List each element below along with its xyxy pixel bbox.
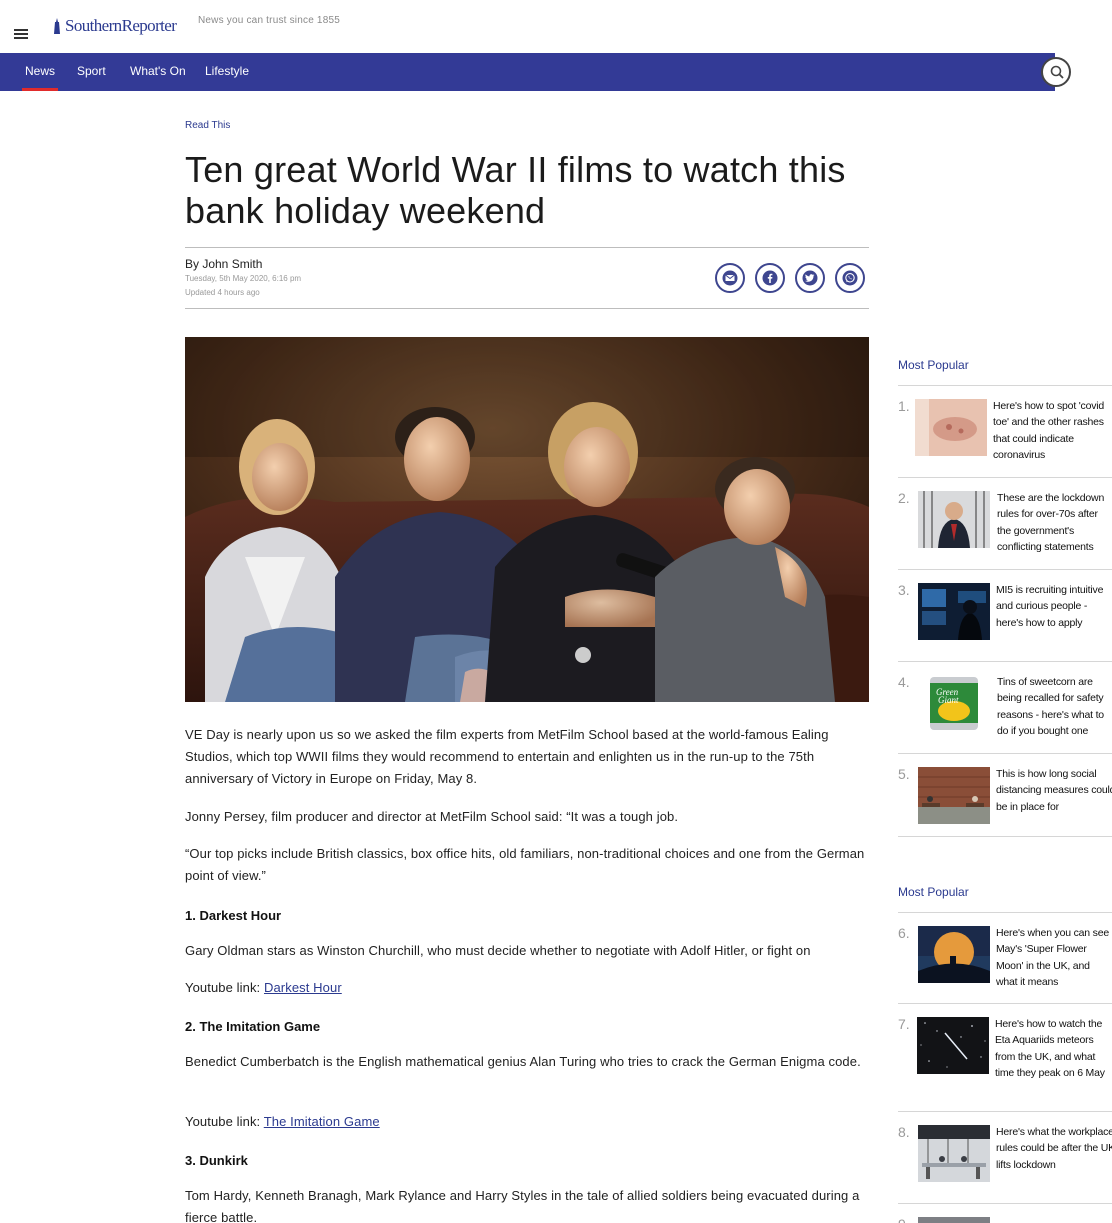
popular-article-link[interactable]: These are the lockdown rules for over-70… <box>997 490 1112 555</box>
film-heading: 3. Dunkirk <box>185 1153 248 1168</box>
byline: By John Smith <box>185 257 263 271</box>
divider <box>898 836 1112 837</box>
site-tagline: News you can trust since 1855 <box>198 15 340 26</box>
youtube-link-line: Youtube link: Darkest Hour <box>185 977 869 999</box>
rank-number: 6. <box>898 925 910 941</box>
article-thumbnail[interactable] <box>918 1125 990 1182</box>
article-paragraph: “Our top picks include British classics,… <box>185 846 865 883</box>
search-button[interactable] <box>1041 57 1071 87</box>
rank-number: 1. <box>898 398 910 414</box>
divider <box>898 1003 1112 1004</box>
logo-text: SouthernReporter <box>65 16 177 35</box>
divider <box>898 753 1112 754</box>
search-icon <box>1050 65 1064 79</box>
link-prefix: Youtube link: <box>185 1114 264 1129</box>
facebook-icon <box>762 270 778 286</box>
article-paragraph: Gary Oldman stars as Winston Churchill, … <box>185 943 811 958</box>
youtube-link-line: Youtube link: The Imitation Game <box>185 1111 869 1133</box>
popular-article-link[interactable]: MI5 is recruiting intuitive and curious … <box>996 582 1111 631</box>
menu-icon[interactable] <box>14 29 28 39</box>
divider <box>898 1203 1112 1204</box>
share-whatsapp-button[interactable] <box>835 263 865 293</box>
rank-number: 2. <box>898 490 910 506</box>
youtube-link-darkest-hour[interactable]: Darkest Hour <box>264 980 342 995</box>
rank-number: 5. <box>898 766 910 782</box>
rank-number: 7. <box>898 1016 910 1032</box>
popular-article-link[interactable]: Here's what the workplace rules could be… <box>996 1124 1112 1173</box>
whatsapp-icon <box>842 270 858 286</box>
film-heading: 2. The Imitation Game <box>185 1019 321 1034</box>
section-tag[interactable]: Read This <box>185 120 230 131</box>
link-prefix: Youtube link: <box>185 980 264 995</box>
updated-time: Updated 4 hours ago <box>185 288 260 297</box>
divider <box>898 1111 1112 1112</box>
youtube-link-imitation-game[interactable]: The Imitation Game <box>264 1114 380 1129</box>
share-facebook-button[interactable] <box>755 263 785 293</box>
nav-item-whats-on[interactable]: What's On <box>130 53 186 91</box>
rank-number: 3. <box>898 582 910 598</box>
article-thumbnail[interactable] <box>918 767 990 824</box>
divider <box>898 661 1112 662</box>
twitter-icon <box>802 270 818 286</box>
article-thumbnail[interactable] <box>918 583 990 640</box>
divider <box>898 385 1112 386</box>
divider <box>898 912 1112 913</box>
rank-number-partial: 9. <box>898 1216 910 1223</box>
article-paragraph: Tom Hardy, Kenneth Branagh, Mark Rylance… <box>185 1188 860 1223</box>
article-paragraph: Benedict Cumberbatch is the English math… <box>185 1054 861 1069</box>
mail-icon <box>722 270 738 286</box>
popular-article-link[interactable]: Here's when you can see May's 'Super Flo… <box>996 925 1112 990</box>
article-title: Ten great World War II films to watch th… <box>185 149 846 231</box>
article-thumbnail[interactable] <box>918 491 990 548</box>
svg-text:Giant: Giant <box>938 695 959 705</box>
site-header: SouthernReporter News you can trust sinc… <box>0 0 1112 53</box>
rank-number: 8. <box>898 1124 910 1140</box>
main-nav: News Sport What's On Lifestyle <box>0 53 1055 91</box>
nav-item-lifestyle[interactable]: Lifestyle <box>205 53 249 91</box>
nav-item-news[interactable]: News <box>21 53 59 91</box>
popular-article-link[interactable]: This is how long social distancing measu… <box>996 766 1112 815</box>
article-paragraph: VE Day is nearly upon us so we asked the… <box>185 727 829 786</box>
most-popular-title: Most Popular <box>898 358 969 372</box>
divider <box>898 477 1112 478</box>
share-twitter-button[interactable] <box>795 263 825 293</box>
divider <box>185 247 869 248</box>
share-mail-button[interactable] <box>715 263 745 293</box>
article-thumbnail[interactable]: Green Giant <box>918 675 990 732</box>
nav-item-sport[interactable]: Sport <box>77 53 106 91</box>
article-thumbnail[interactable] <box>918 926 990 983</box>
article-thumbnail[interactable] <box>918 1217 990 1223</box>
article-thumbnail[interactable] <box>915 399 987 456</box>
rank-number: 4. <box>898 674 910 690</box>
most-popular-title: Most Popular <box>898 885 969 899</box>
article-thumbnail[interactable] <box>917 1017 989 1074</box>
popular-article-link[interactable]: Here's how to spot 'covid toe' and the o… <box>993 398 1112 463</box>
publish-date: Tuesday, 5th May 2020, 6:16 pm <box>185 274 302 283</box>
divider <box>185 308 869 309</box>
article-paragraph: Jonny Persey, film producer and director… <box>185 809 679 824</box>
hero-image <box>185 337 869 702</box>
divider <box>898 569 1112 570</box>
film-heading: 1. Darkest Hour <box>185 908 282 923</box>
logo-tower-icon <box>54 18 60 34</box>
popular-article-link[interactable]: Tins of sweetcorn are being recalled for… <box>997 674 1112 739</box>
site-logo[interactable]: SouthernReporter <box>51 15 177 37</box>
popular-article-link[interactable]: Here's how to watch the Eta Aquariids me… <box>995 1016 1112 1081</box>
